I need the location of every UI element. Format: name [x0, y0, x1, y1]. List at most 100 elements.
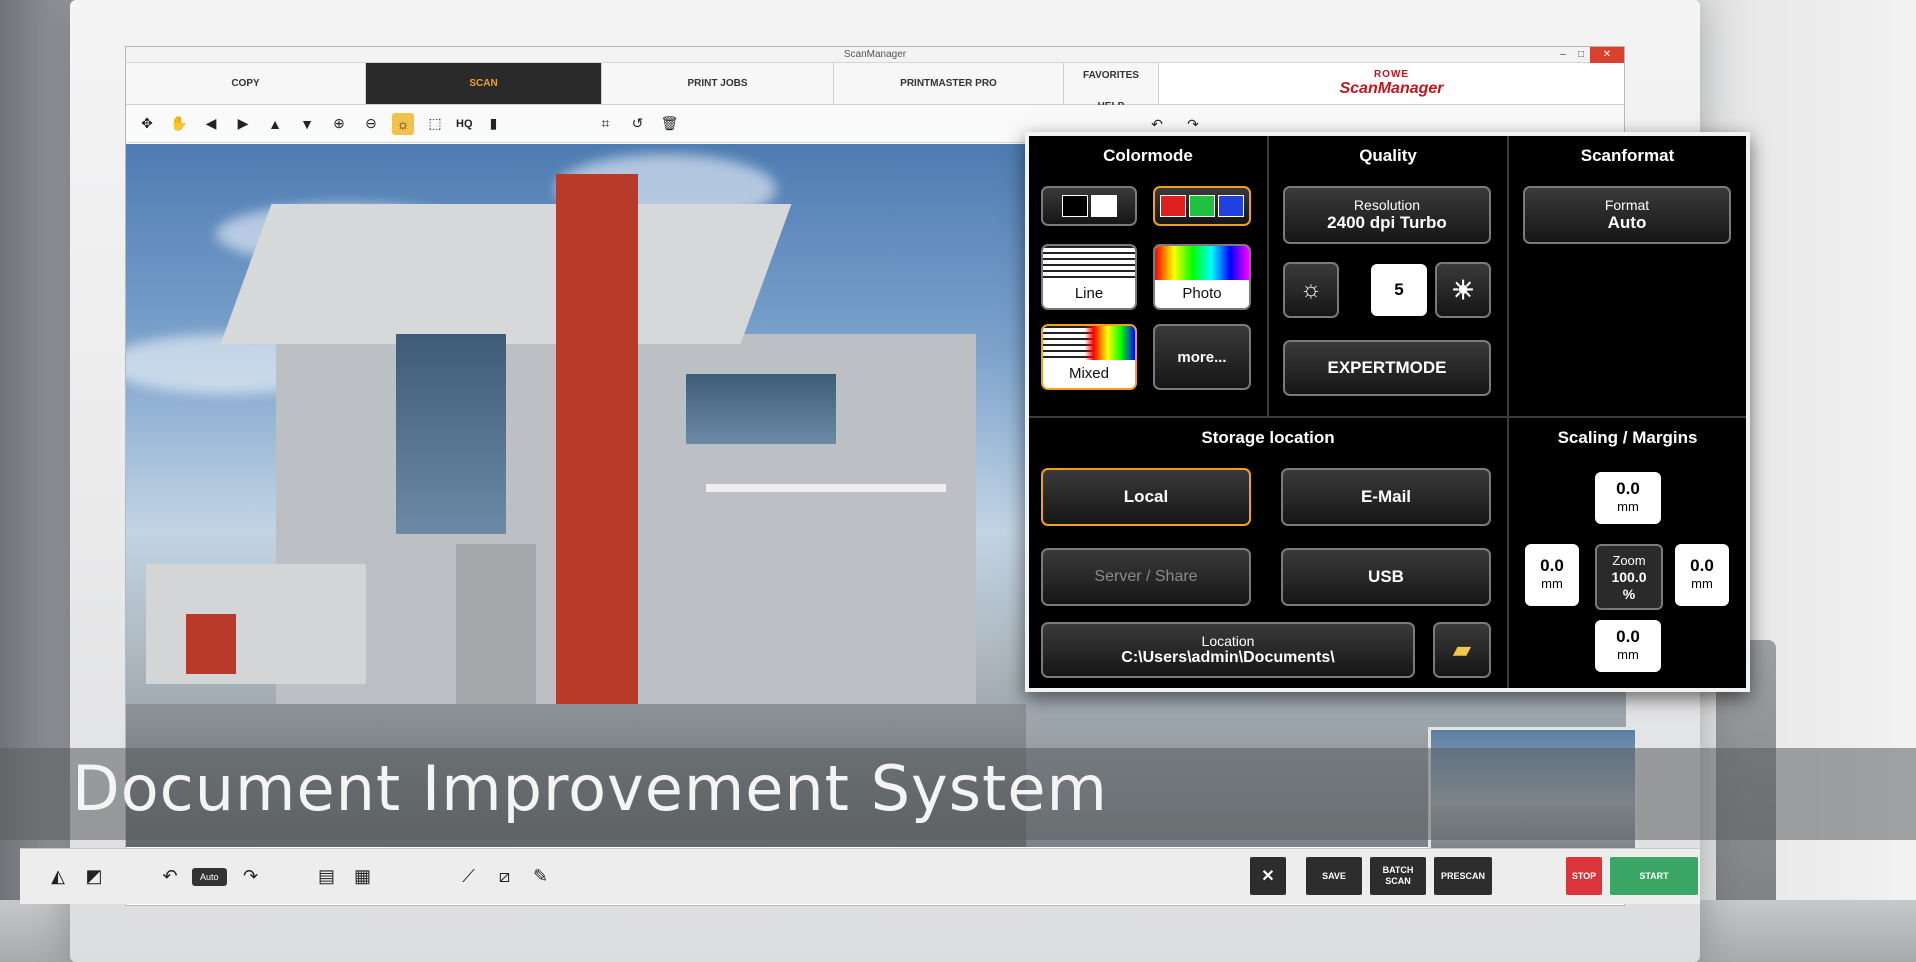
media-settings-icon[interactable]: ▦ [349, 863, 377, 891]
storage-section: Storage location Local E-Mail Server / S… [1029, 418, 1509, 688]
quality-section: Quality Resolution 2400 dpi Turbo ☼ 5 ☀ … [1269, 136, 1509, 418]
ruler-icon[interactable]: ⟋ [455, 863, 483, 891]
margin-left-field[interactable]: 0.0 mm [1525, 544, 1579, 606]
format-value: Auto [1607, 213, 1647, 232]
location-path-button[interactable]: Location C:\Users\admin\Documents\ [1041, 622, 1415, 678]
arrow-up-icon[interactable]: ▲ [264, 113, 286, 135]
brightness-value: 5 [1394, 280, 1404, 299]
invert-icon[interactable]: ◩ [80, 863, 108, 891]
tab-printmaster-pro[interactable]: PRINTMASTER PRO [834, 63, 1064, 104]
tab-group-favorites-help: FAVORITES HELP [1064, 63, 1159, 112]
media-icon[interactable]: ▤ [313, 863, 341, 891]
margin-top-unit: mm [1617, 499, 1639, 514]
minimize-button[interactable]: – [1554, 47, 1572, 63]
building-annex-red [186, 614, 236, 674]
zoom-out-icon[interactable]: ⊖ [360, 113, 382, 135]
mixed-art-icon [1043, 326, 1135, 360]
more-modes-button[interactable]: more... [1153, 324, 1251, 390]
logo-brand: ROWE [1373, 69, 1410, 80]
margin-right-unit: mm [1691, 576, 1713, 591]
resolution-value: 2400 dpi Turbo [1327, 213, 1447, 232]
tab-print-jobs[interactable]: PRINT JOBS [602, 63, 834, 104]
save-button[interactable]: SAVE [1306, 857, 1362, 895]
stop-button[interactable]: STOP [1566, 857, 1602, 895]
colormode-section: Colormode Line Photo Mixed more... [1029, 136, 1269, 418]
scaling-title: Scaling / Margins [1557, 428, 1698, 447]
bw-mode-button[interactable] [1041, 186, 1137, 226]
crop-select-icon[interactable]: ⬚ [424, 113, 446, 135]
title-bar: ScanManager – □ ✕ [126, 47, 1624, 63]
crop-icon[interactable]: ⌗ [595, 113, 617, 135]
rotate-left-icon[interactable]: ↶ [156, 863, 184, 891]
building-red-tower [556, 174, 638, 714]
photo-mode-label: Photo [1155, 280, 1249, 308]
line-mode-button[interactable]: Line [1041, 244, 1137, 310]
zoom-in-icon[interactable]: ⊕ [328, 113, 350, 135]
margin-bottom-unit: mm [1617, 647, 1639, 662]
resolution-button[interactable]: Resolution 2400 dpi Turbo [1283, 186, 1491, 244]
window-controls: – □ ✕ [1554, 47, 1624, 63]
document-icon[interactable]: ▮ [483, 113, 505, 135]
mixed-mode-button[interactable]: Mixed [1041, 324, 1137, 390]
expertmode-button[interactable]: EXPERTMODE [1283, 340, 1491, 396]
blue-swatch-icon [1218, 195, 1244, 217]
scanformat-title: Scanformat [1580, 146, 1675, 165]
building-railing [706, 484, 946, 492]
storage-title: Storage location [1201, 428, 1335, 447]
black-swatch-icon [1061, 195, 1088, 217]
batch-scan-button[interactable]: BATCH SCAN [1370, 857, 1426, 895]
hq-button[interactable]: HQ [456, 118, 473, 130]
color-mode-button[interactable] [1153, 186, 1251, 226]
maximize-button[interactable]: □ [1572, 47, 1590, 63]
storage-local-button[interactable]: Local [1041, 468, 1251, 526]
window-title: ScanManager [843, 49, 907, 60]
arrow-right-icon[interactable]: ▶ [232, 113, 254, 135]
scanformat-section: Scanformat Format Auto [1509, 136, 1746, 418]
mirror-icon[interactable]: ◭ [44, 863, 72, 891]
building-annex [146, 564, 366, 684]
auto-rotate-button[interactable]: Auto [192, 867, 227, 886]
quality-title: Quality [1359, 146, 1417, 165]
zoom-area-icon[interactable]: ☼ [392, 112, 414, 135]
pan-hand-icon[interactable]: ✋ [168, 113, 190, 135]
scan-settings-panel: Colormode Line Photo Mixed more... Quali… [1025, 132, 1750, 692]
arrow-left-icon[interactable]: ◀ [200, 113, 222, 135]
tab-favorites[interactable]: FAVORITES [1083, 70, 1139, 81]
main-tabs: COPY SCAN PRINT JOBS PRINTMASTER PRO FAV… [126, 63, 1624, 112]
red-swatch-icon [1160, 195, 1186, 217]
tools-icon[interactable]: ✕ [1250, 857, 1286, 895]
browse-folder-icon[interactable]: ▰ [1433, 622, 1491, 678]
location-value: C:\Users\admin\Documents\ [1121, 649, 1335, 666]
close-button[interactable]: ✕ [1590, 47, 1624, 63]
pen-icon[interactable]: ✎ [527, 863, 555, 891]
zoom-field[interactable]: Zoom 100.0 % [1595, 544, 1663, 610]
prescan-button[interactable]: PRESCAN [1434, 857, 1492, 895]
arrow-down-icon[interactable]: ▼ [296, 113, 318, 135]
rotate-icon[interactable]: ↺ [627, 113, 649, 135]
brightness-value-box: 5 [1371, 264, 1427, 316]
logo-product: ScanManager [1339, 80, 1444, 97]
start-button[interactable]: START [1610, 857, 1698, 895]
margin-right-field[interactable]: 0.0 mm [1675, 544, 1729, 606]
photo-mode-button[interactable]: Photo [1153, 244, 1251, 310]
storage-server-share-button[interactable]: Server / Share [1041, 548, 1251, 606]
trash-icon[interactable]: 🗑 [659, 113, 681, 135]
brightness-increase-icon[interactable]: ☀ [1435, 262, 1491, 318]
fit-view-icon[interactable]: ✥ [136, 113, 158, 135]
tab-copy[interactable]: COPY [126, 63, 366, 104]
margin-left-value: 0.0 [1540, 556, 1564, 575]
resolution-label: Resolution [1353, 197, 1421, 213]
margin-bottom-field[interactable]: 0.0 mm [1595, 620, 1661, 672]
brightness-decrease-icon[interactable]: ☼ [1283, 262, 1339, 318]
storage-usb-button[interactable]: USB [1281, 548, 1491, 606]
format-label: Format [1604, 197, 1650, 213]
storage-email-button[interactable]: E-Mail [1281, 468, 1491, 526]
measure-icon[interactable]: ⧄ [491, 863, 519, 891]
photo-art-icon [1155, 246, 1249, 280]
tab-scan[interactable]: SCAN [366, 63, 602, 104]
format-button[interactable]: Format Auto [1523, 186, 1731, 244]
rotate-right-icon[interactable]: ↷ [237, 863, 265, 891]
margin-bottom-value: 0.0 [1616, 627, 1640, 646]
green-swatch-icon [1189, 195, 1215, 217]
margin-top-field[interactable]: 0.0 mm [1595, 472, 1661, 524]
